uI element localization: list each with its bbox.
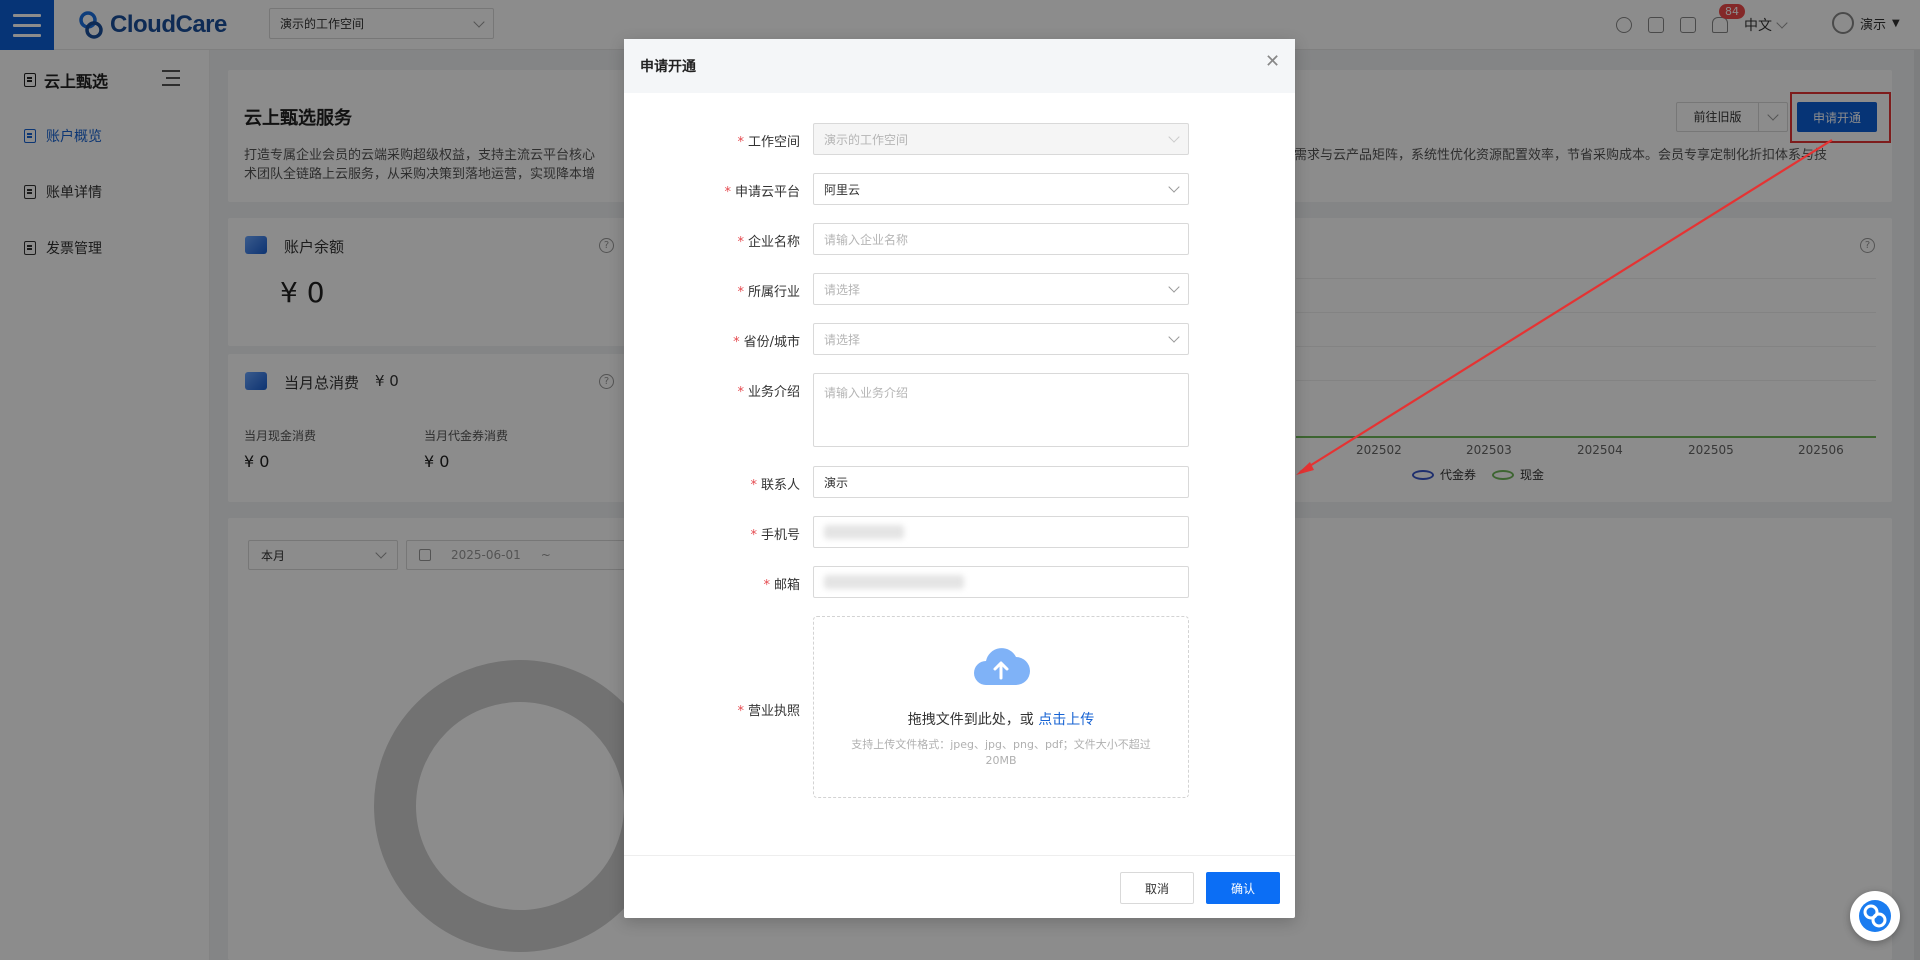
region-placeholder: 请选择 <box>824 332 861 347</box>
close-icon[interactable]: ✕ <box>1265 53 1280 71</box>
chevron-down-icon <box>1168 281 1180 293</box>
upload-hint: 支持上传文件格式：jpeg、jpg、png、pdf；文件大小不超过20MB <box>851 738 1151 767</box>
form-label: * 省份/城市 <box>733 335 800 350</box>
form-label: * 营业执照 <box>737 704 800 719</box>
assistant-button[interactable] <box>1850 891 1900 941</box>
form-row-contact: * 联系人 演示 <box>624 466 1295 498</box>
chevron-down-icon <box>1168 181 1180 193</box>
company-name-input[interactable]: 请输入企业名称 <box>813 223 1189 255</box>
form-label: * 联系人 <box>750 478 800 493</box>
email-input[interactable] <box>813 566 1189 598</box>
platform-select[interactable]: 阿里云 <box>813 173 1189 205</box>
form-label: * 邮箱 <box>763 578 800 593</box>
form-row-company: * 企业名称 请输入企业名称 <box>624 223 1295 255</box>
industry-select[interactable]: 请选择 <box>813 273 1189 305</box>
chevron-down-icon <box>1168 131 1180 143</box>
form-row-intro: * 业务介绍 请输入业务介绍 <box>624 373 1295 447</box>
form-row-region: * 省份/城市 请选择 <box>624 323 1295 355</box>
phone-input[interactable] <box>813 516 1189 548</box>
business-intro-placeholder: 请输入业务介绍 <box>824 386 909 400</box>
chevron-down-icon <box>1168 331 1180 343</box>
region-select[interactable]: 请选择 <box>813 323 1189 355</box>
form-label: * 所属行业 <box>737 285 800 300</box>
upload-instruction: 拖拽文件到此处，或 点击上传 <box>814 709 1188 729</box>
form-label: * 业务介绍 <box>737 385 800 400</box>
form-row-workspace: * 工作空间 演示的工作空间 <box>624 123 1295 155</box>
apply-dialog: 申请开通 ✕ * 工作空间 演示的工作空间 * 申请云平台 阿里云 * 企业名称 请输… <box>624 39 1295 918</box>
industry-placeholder: 请选择 <box>824 282 861 297</box>
contact-input[interactable]: 演示 <box>813 466 1189 498</box>
workspace-field[interactable]: 演示的工作空间 <box>813 123 1189 155</box>
business-intro-textarea[interactable]: 请输入业务介绍 <box>813 373 1189 447</box>
cancel-button[interactable]: 取消 <box>1120 872 1194 904</box>
upload-main-text: 拖拽文件到此处，或 <box>907 712 1039 728</box>
click-upload-link[interactable]: 点击上传 <box>1038 712 1094 728</box>
form-row-platform: * 申请云平台 阿里云 <box>624 173 1295 205</box>
form-label: * 手机号 <box>750 528 800 543</box>
confirm-button[interactable]: 确认 <box>1206 872 1280 904</box>
redacted-phone <box>824 525 904 539</box>
form-row-phone: * 手机号 <box>624 516 1295 548</box>
workspace-field-value: 演示的工作空间 <box>824 132 909 147</box>
form-label: * 申请云平台 <box>724 185 800 200</box>
dialog-footer: 取消 确认 <box>624 855 1295 918</box>
platform-select-value: 阿里云 <box>824 182 861 197</box>
redacted-email <box>824 575 964 589</box>
cloud-upload-icon <box>974 648 1030 685</box>
form-label: * 工作空间 <box>737 135 800 150</box>
form-row-email: * 邮箱 <box>624 566 1295 598</box>
dialog-title: 申请开通 <box>624 39 1295 93</box>
form-row-license: * 营业执照 拖拽文件到此处，或 点击上传 支持上传文件格式：jpeg、jpg、p… <box>624 616 1295 798</box>
form-row-industry: * 所属行业 请选择 <box>624 273 1295 305</box>
assistant-logo-icon <box>1859 900 1891 932</box>
license-upload-dropzone[interactable]: 拖拽文件到此处，或 点击上传 支持上传文件格式：jpeg、jpg、png、pdf… <box>813 616 1189 798</box>
contact-value: 演示 <box>824 475 849 490</box>
form-label: * 企业名称 <box>737 235 800 250</box>
company-name-placeholder: 请输入企业名称 <box>824 232 909 247</box>
